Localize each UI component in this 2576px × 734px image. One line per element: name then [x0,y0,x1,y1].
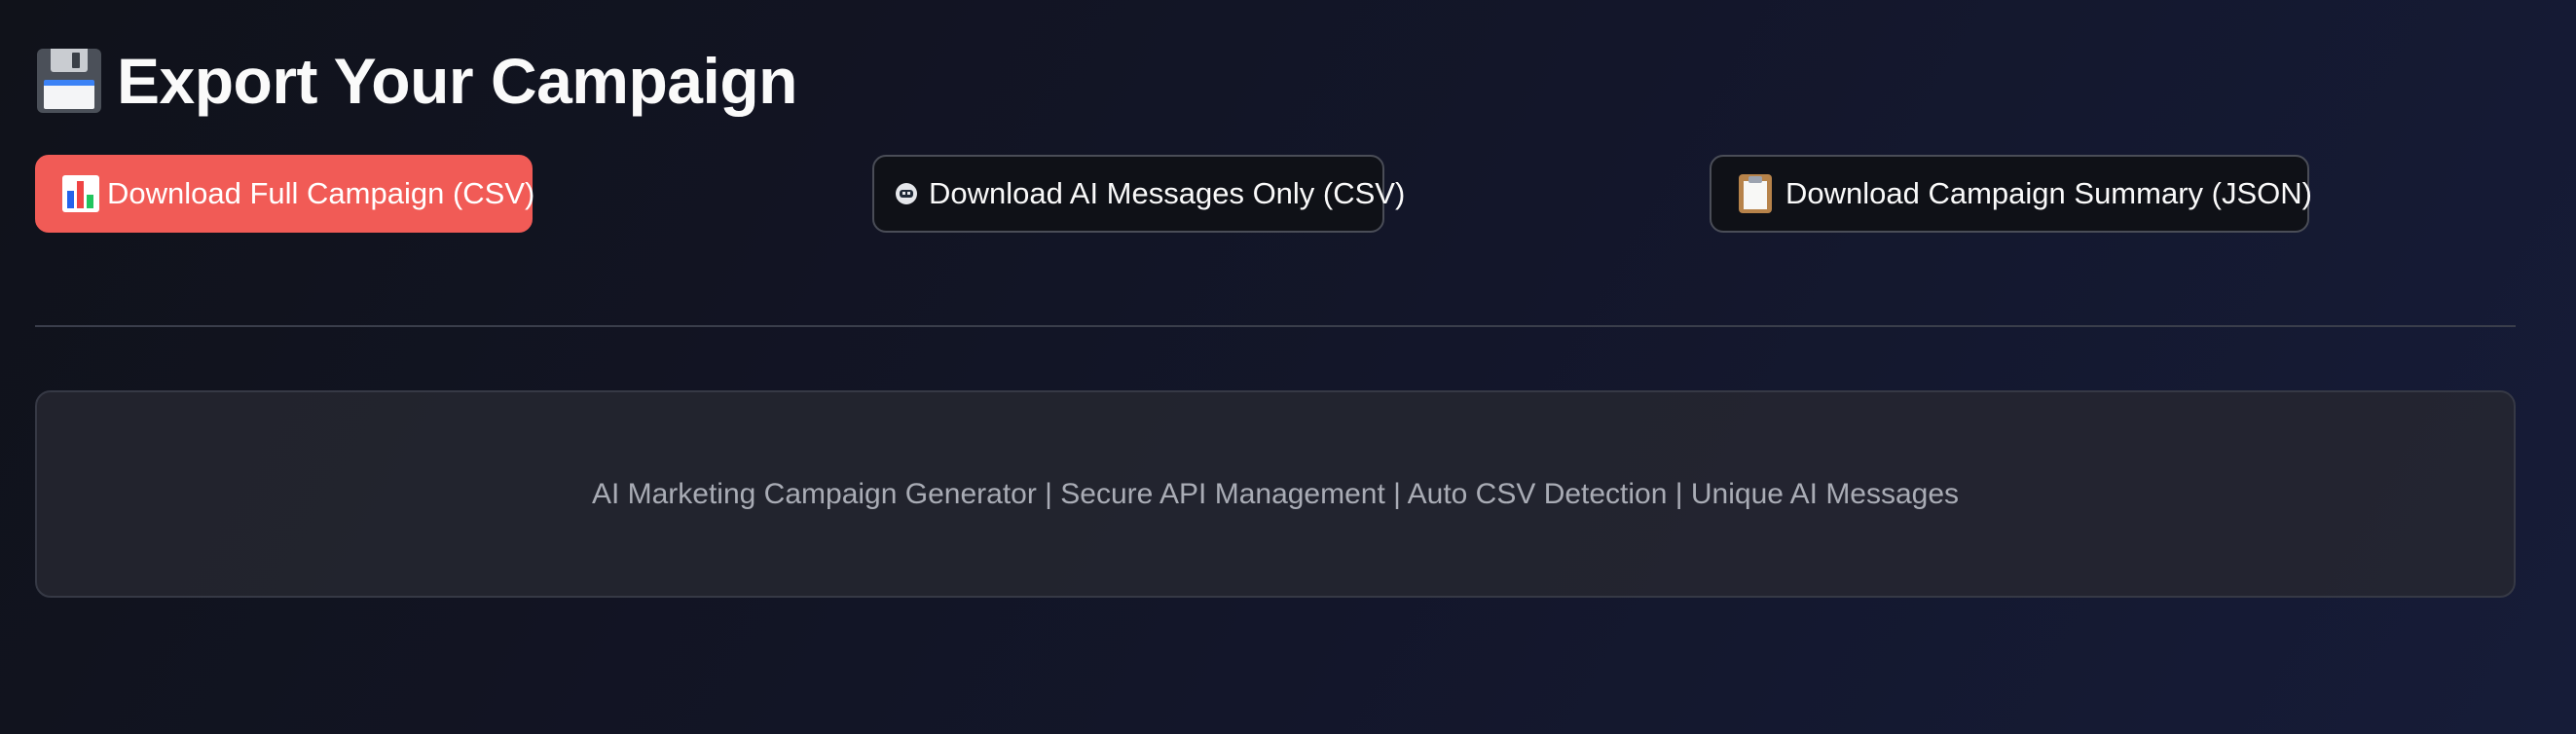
download-full-campaign-label: Download Full Campaign (CSV) [107,176,535,210]
floppy-disk-icon [35,47,103,115]
section-title-text: Export Your Campaign [117,45,797,117]
download-full-campaign-button[interactable]: Download Full Campaign (CSV) [35,155,535,233]
footer-panel: AI Marketing Campaign Generator | Secure… [35,390,2516,598]
download-ai-messages-label: Download AI Messages Only (CSV) [929,176,1406,210]
footer-text: AI Marketing Campaign Generator | Secure… [591,477,1960,510]
download-ai-messages-button[interactable]: Download AI Messages Only (CSV) [872,155,1405,233]
download-campaign-summary-label: Download Campaign Summary (JSON) [1785,176,2312,210]
robot-icon [896,183,917,204]
download-campaign-summary-button[interactable]: Download Campaign Summary (JSON) [1710,155,2312,233]
bar-chart-icon [62,175,99,212]
section-divider [35,325,2516,327]
section-title: Export Your Campaign [35,37,797,125]
clipboard-icon [1739,174,1772,213]
